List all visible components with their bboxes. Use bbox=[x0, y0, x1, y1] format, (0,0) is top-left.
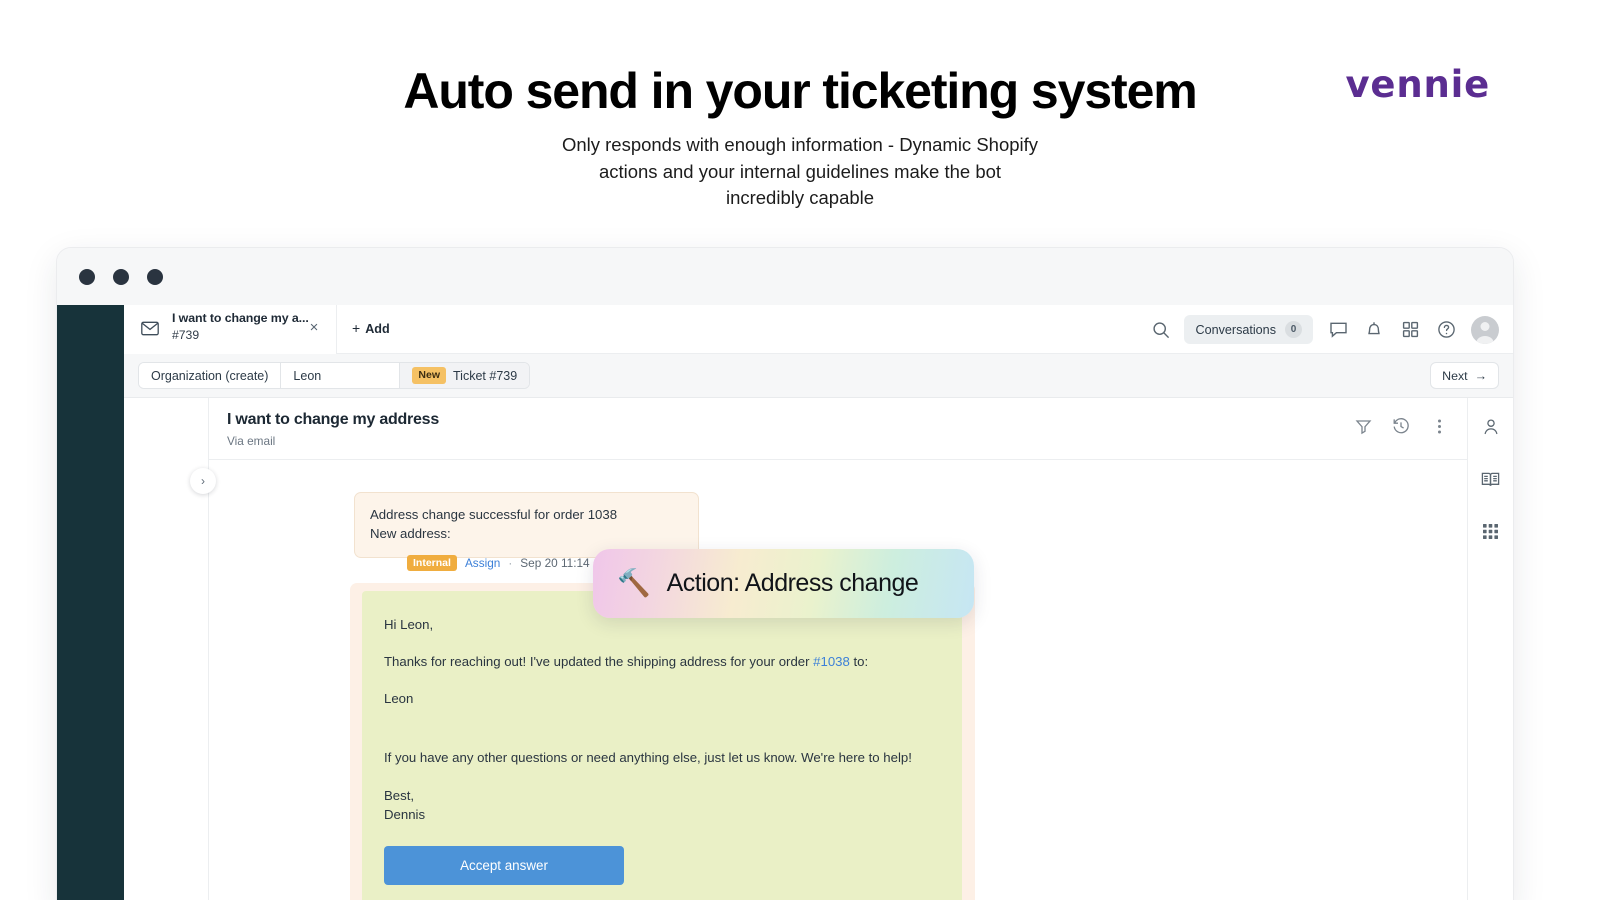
hammer-icon: 🔨 bbox=[617, 568, 651, 599]
more-vertical-icon[interactable] bbox=[1423, 410, 1455, 442]
ticket-panel: I want to change my address Via email Ad… bbox=[209, 398, 1467, 900]
question-mark-circle-icon[interactable] bbox=[1428, 312, 1464, 348]
chat-bubble-icon[interactable] bbox=[1320, 312, 1356, 348]
tab-bar: I want to change my a... #739 × + Add Co… bbox=[124, 305, 1513, 354]
add-tab-button[interactable]: + Add bbox=[352, 320, 390, 336]
conversations-label: Conversations bbox=[1195, 322, 1276, 337]
grid-apps-icon[interactable] bbox=[1392, 312, 1428, 348]
user-avatar[interactable] bbox=[1471, 315, 1499, 344]
breadcrumb-item-customer[interactable]: Leon bbox=[281, 363, 401, 388]
arrow-right-icon: → bbox=[1474, 368, 1487, 383]
assign-link[interactable]: Assign bbox=[465, 556, 500, 570]
message-thread: Address change successful for order 1038… bbox=[209, 460, 1467, 900]
breadcrumb-row: Organization (create) Leon New Ticket #7… bbox=[124, 354, 1513, 398]
internal-note-line-2: New address: bbox=[370, 525, 451, 541]
breadcrumb-item-organization[interactable]: Organization (create) bbox=[139, 363, 282, 388]
reply-body-prefix: Thanks for reaching out! I've updated th… bbox=[384, 654, 814, 670]
conversations-pill[interactable]: Conversations 0 bbox=[1184, 315, 1313, 344]
close-icon[interactable]: × bbox=[305, 319, 323, 337]
breadcrumb-label: Leon bbox=[293, 368, 322, 383]
action-callout-pill: 🔨 Action: Address change bbox=[593, 549, 974, 618]
reply-sign-off: Best, bbox=[384, 787, 415, 803]
ticket-header: I want to change my address Via email bbox=[209, 398, 1467, 460]
action-callout-label: Action: Address change bbox=[666, 569, 919, 597]
conversations-count-badge: 0 bbox=[1285, 321, 1302, 338]
knowledge-base-book-icon[interactable] bbox=[1476, 464, 1506, 494]
reply-signature: Best, Dennis bbox=[384, 786, 940, 824]
page-root: Auto send in your ticketing system Only … bbox=[0, 0, 1600, 900]
ticket-header-actions bbox=[1347, 410, 1455, 442]
left-nav-rail bbox=[57, 305, 124, 900]
search-icon[interactable] bbox=[1143, 312, 1179, 348]
internal-badge: Internal bbox=[407, 555, 457, 571]
draft-reply-container: Hi Leon, Thanks for reaching out! I've u… bbox=[350, 583, 975, 900]
window-close-dot[interactable] bbox=[79, 269, 95, 285]
toolbar-right: Conversations 0 bbox=[1143, 305, 1513, 354]
ticket-title: I want to change my address bbox=[227, 411, 439, 428]
page-subtitle: Only responds with enough information - … bbox=[0, 132, 1600, 212]
window-titlebar bbox=[57, 248, 1513, 305]
subtitle-line-3: incredibly capable bbox=[725, 187, 875, 209]
reply-closing: If you have any other questions or need … bbox=[384, 750, 912, 766]
reply-spacer bbox=[384, 726, 940, 748]
window-maximize-dot[interactable] bbox=[147, 269, 163, 285]
order-link[interactable]: #1038 bbox=[813, 654, 850, 669]
reply-sign-name: Dennis bbox=[384, 806, 426, 822]
draft-reply-body: Hi Leon, Thanks for reaching out! I've u… bbox=[362, 591, 962, 900]
message-timestamp: Sep 20 11:14 bbox=[520, 556, 590, 570]
bell-icon[interactable] bbox=[1356, 312, 1392, 348]
tab-title: I want to change my a... bbox=[172, 311, 309, 325]
right-icon-rail bbox=[1467, 398, 1513, 900]
grid-dots-icon[interactable] bbox=[1476, 516, 1506, 546]
status-badge: New bbox=[412, 367, 447, 384]
tab-ticket-number: #739 bbox=[172, 328, 200, 342]
vennie-logo: vennie bbox=[1345, 63, 1490, 106]
add-tab-label: Add bbox=[365, 322, 390, 336]
accept-answer-button[interactable]: Accept answer bbox=[384, 845, 624, 885]
internal-note-line-1: Address change successful for order 1038 bbox=[370, 507, 618, 522]
filter-funnel-icon[interactable] bbox=[1347, 410, 1379, 442]
meta-separator: · bbox=[508, 556, 513, 570]
tab-ticket-739[interactable]: I want to change my a... #739 × bbox=[124, 305, 337, 354]
breadcrumb-item-ticket[interactable]: New Ticket #739 bbox=[400, 363, 530, 388]
hero-section: Auto send in your ticketing system Only … bbox=[0, 0, 1600, 230]
breadcrumb: Organization (create) Leon New Ticket #7… bbox=[138, 362, 531, 389]
reply-body-suffix: to: bbox=[849, 654, 869, 670]
plus-icon: + bbox=[352, 320, 361, 336]
subtitle-line-1: Only responds with enough information - … bbox=[561, 134, 1039, 155]
next-button[interactable]: Next → bbox=[1430, 362, 1499, 389]
history-clock-icon[interactable] bbox=[1385, 410, 1417, 442]
ticket-channel: Via email bbox=[227, 434, 276, 448]
reply-address: Leon bbox=[384, 691, 414, 707]
next-button-label: Next bbox=[1442, 368, 1468, 383]
envelope-icon bbox=[141, 321, 159, 336]
breadcrumb-ticket-label: Ticket #739 bbox=[453, 368, 518, 383]
content-area: › I want to change my address Via email bbox=[124, 398, 1513, 900]
expand-sidebar-chevron-right-icon[interactable]: › bbox=[190, 468, 216, 494]
reply-body: Thanks for reaching out! I've updated th… bbox=[384, 652, 940, 671]
person-icon[interactable] bbox=[1476, 412, 1506, 442]
subtitle-line-2: actions and your internal guidelines mak… bbox=[598, 160, 1002, 182]
breadcrumb-label: Organization (create) bbox=[151, 368, 269, 383]
window-minimize-dot[interactable] bbox=[113, 269, 129, 285]
message-meta: Internal Assign · Sep 20 11:14 bbox=[407, 555, 590, 571]
